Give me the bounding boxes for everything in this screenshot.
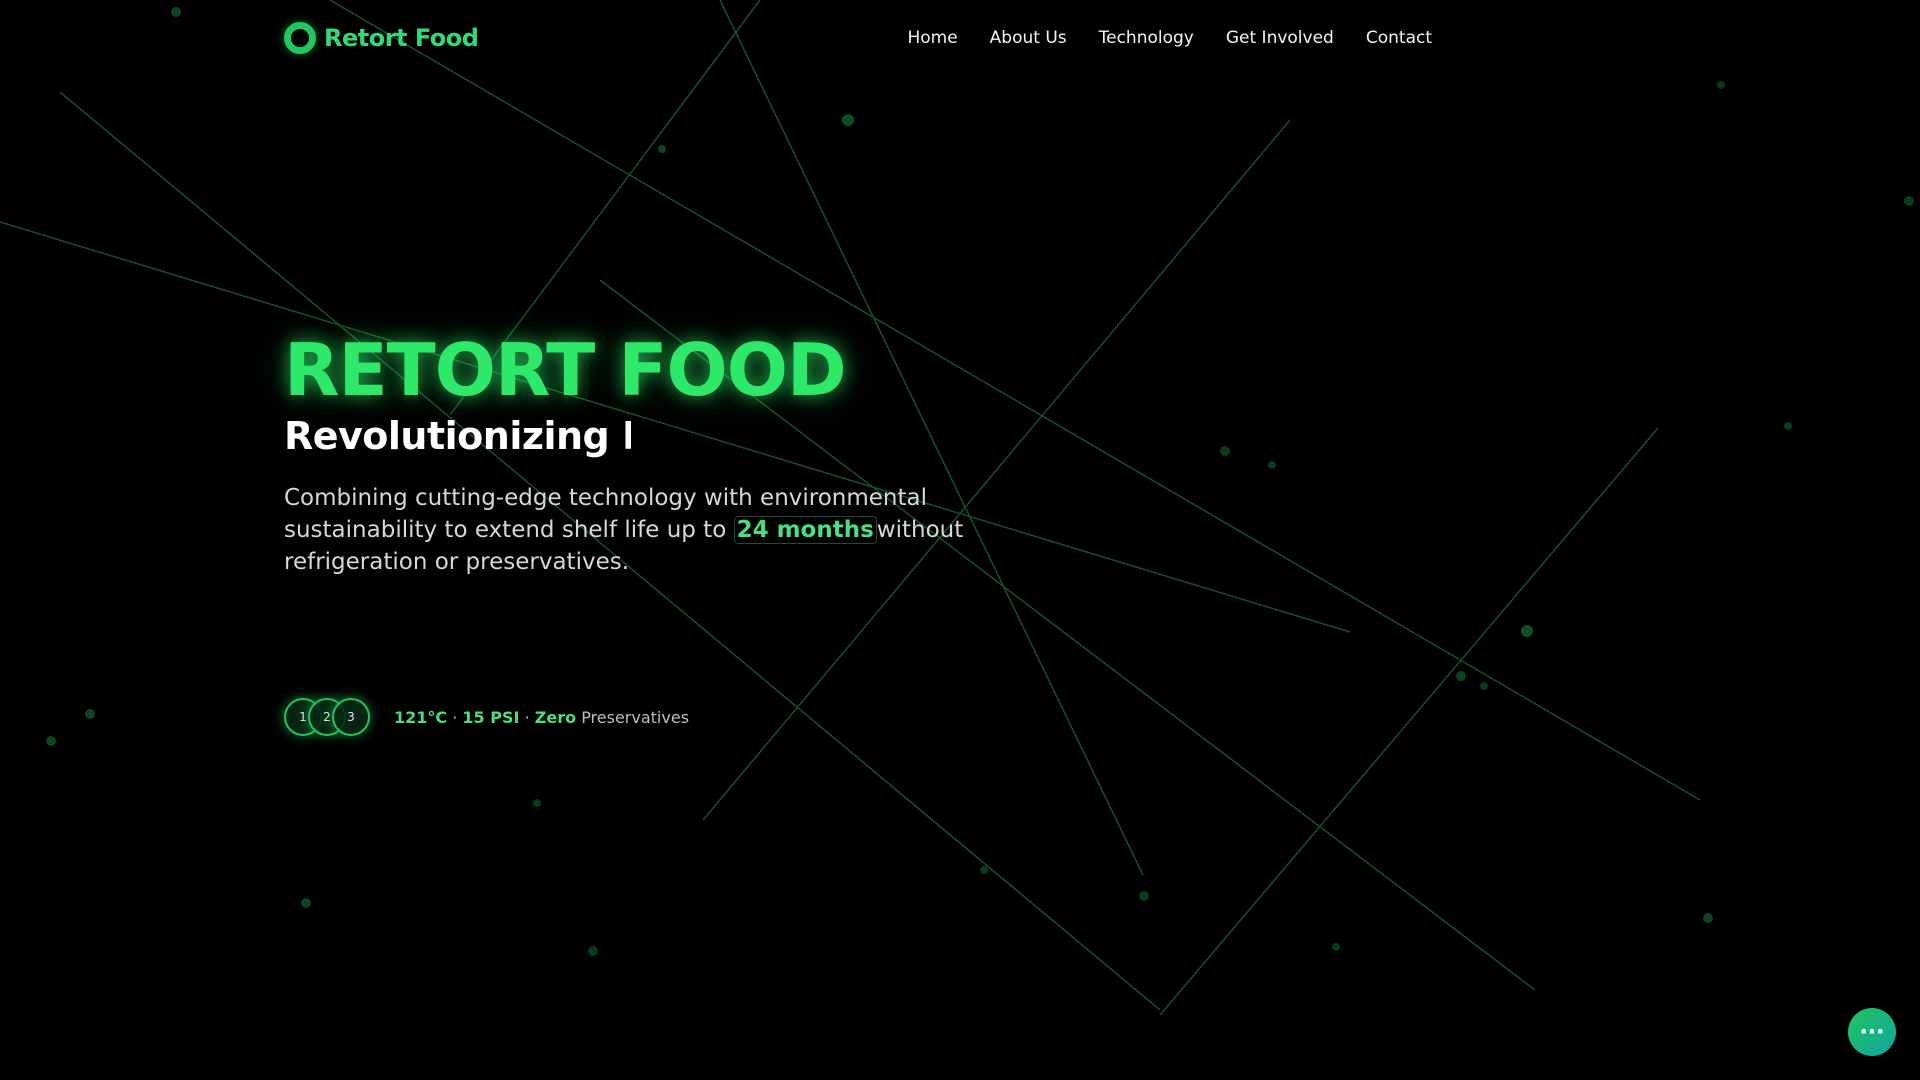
bg-particle: [1904, 196, 1914, 206]
bg-particle: [588, 946, 598, 956]
bg-particle: [85, 709, 95, 719]
stat-separator: ·: [452, 707, 458, 727]
bg-particle: [533, 799, 541, 807]
bg-particle: [1332, 943, 1340, 951]
nav-links: Home About Us Technology Get Involved Co…: [907, 28, 1432, 48]
bg-particle: [1784, 422, 1792, 430]
nav-link-home[interactable]: Home: [907, 28, 957, 48]
hero-section: RETORT FOOD Revolutionizing Foo Combinin…: [284, 330, 964, 578]
bg-particle: [1703, 913, 1713, 923]
hero-subtitle: Revolutionizing Foo: [284, 414, 631, 458]
bg-particle: [658, 145, 666, 153]
bg-particle: [1717, 81, 1725, 89]
stat-line: 121°C · 15 PSI · Zero Preservatives: [394, 708, 689, 727]
brand-logo-link[interactable]: Retort Food: [284, 22, 479, 54]
bg-particle: [1139, 891, 1149, 901]
nav-link-technology[interactable]: Technology: [1099, 28, 1194, 48]
stat-separator: ·: [524, 707, 530, 727]
brand-name: Retort Food: [324, 24, 479, 52]
shelf-life-highlight: 24 months: [733, 516, 877, 544]
stat-pressure: 15 PSI: [462, 707, 520, 727]
process-stats: 1 2 3 121°C · 15 PSI · Zero Preservative…: [284, 698, 689, 736]
top-nav: Retort Food Home About Us Technology Get…: [284, 18, 1432, 58]
nav-link-get-involved[interactable]: Get Involved: [1226, 28, 1334, 48]
bg-particle: [171, 7, 181, 17]
step-indicator-3[interactable]: 3: [332, 698, 370, 736]
bg-particle: [1220, 446, 1230, 456]
more-options-button[interactable]: ···: [1848, 1008, 1896, 1056]
step-indicators: 1 2 3: [284, 698, 370, 736]
stat-zero: Zero: [534, 707, 577, 727]
stat-preservatives: Preservatives: [581, 707, 690, 727]
logo-ring-icon: [284, 22, 316, 54]
hero-description: Combining cutting-edge technology with e…: [284, 482, 964, 578]
bg-particle: [1480, 682, 1488, 690]
bg-particle: [46, 736, 56, 746]
more-dots-icon: ···: [1859, 1019, 1885, 1045]
bg-particle: [1521, 625, 1533, 637]
nav-link-contact[interactable]: Contact: [1366, 28, 1432, 48]
hero-title: RETORT FOOD: [284, 328, 847, 412]
bg-line: [1159, 427, 1659, 1016]
bg-particle: [301, 898, 311, 908]
bg-particle: [980, 866, 988, 874]
stat-temperature: 121°C: [394, 707, 448, 727]
bg-particle: [1268, 461, 1276, 469]
bg-particle: [842, 114, 854, 126]
nav-link-about-us[interactable]: About Us: [990, 28, 1067, 48]
bg-particle: [1456, 671, 1466, 681]
